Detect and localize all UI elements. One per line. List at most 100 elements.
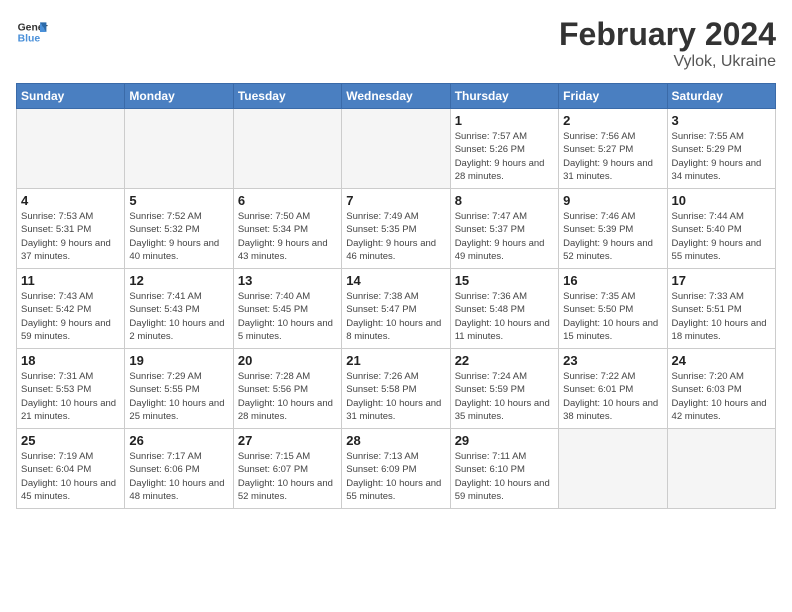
day-info: Sunrise: 7:44 AMSunset: 5:40 PMDaylight:… [672,210,771,263]
calendar-day-cell: 27Sunrise: 7:15 AMSunset: 6:07 PMDayligh… [233,429,341,509]
page-header: General Blue February 2024 Vylok, Ukrain… [16,16,776,71]
calendar-day-cell: 10 Sunrise: 7:44 AMSunset: 5:40 PMDayligh… [667,189,775,269]
calendar-day-cell: 9 Sunrise: 7:46 AMSunset: 5:39 PMDaylight… [559,189,667,269]
day-info: Sunrise: 7:15 AMSunset: 6:07 PMDaylight:… [238,450,337,503]
day-number: 3 [672,113,771,128]
calendar-day-cell: 29 Sunrise: 7:11 AMSunset: 6:10 PMDayligh… [450,429,558,509]
calendar-day-cell: 23Sunrise: 7:22 AMSunset: 6:01 PMDayligh… [559,349,667,429]
day-info: Sunrise: 7:29 AMSunset: 5:55 PMDaylight:… [129,370,228,423]
calendar-day-cell: 8Sunrise: 7:47 AMSunset: 5:37 PMDaylight… [450,189,558,269]
day-number: 16 [563,273,662,288]
weekday-header-friday: Friday [559,84,667,109]
day-number: 2 [563,113,662,128]
weekday-header-sunday: Sunday [17,84,125,109]
svg-text:Blue: Blue [18,34,41,45]
calendar-day-cell: 6 Sunrise: 7:50 AMSunset: 5:34 PMDaylight… [233,189,341,269]
calendar-day-cell: 26 Sunrise: 7:17 AMSunset: 6:06 PMDayligh… [125,429,233,509]
weekday-header-wednesday: Wednesday [342,84,450,109]
calendar-day-cell: 21 Sunrise: 7:26 AMSunset: 5:58 PMDayligh… [342,349,450,429]
day-number: 6 [238,193,337,208]
weekday-header-tuesday: Tuesday [233,84,341,109]
calendar-day-cell [559,429,667,509]
weekday-header-saturday: Saturday [667,84,775,109]
calendar-day-cell: 16Sunrise: 7:35 AMSunset: 5:50 PMDayligh… [559,269,667,349]
calendar-day-cell [667,429,775,509]
day-info: Sunrise: 7:22 AMSunset: 6:01 PMDaylight:… [563,370,662,423]
day-info: Sunrise: 7:53 AMSunset: 5:31 PMDaylight:… [21,210,120,263]
calendar-day-cell: 4 Sunrise: 7:53 AMSunset: 5:31 PMDaylight… [17,189,125,269]
calendar-day-cell [342,109,450,189]
calendar-day-cell: 13Sunrise: 7:40 AMSunset: 5:45 PMDayligh… [233,269,341,349]
day-info: Sunrise: 7:33 AMSunset: 5:51 PMDaylight:… [672,290,771,343]
day-info: Sunrise: 7:36 AMSunset: 5:48 PMDaylight:… [455,290,554,343]
day-number: 4 [21,193,120,208]
logo: General Blue [16,16,48,48]
day-number: 7 [346,193,445,208]
calendar-week-row: 25 Sunrise: 7:19 AMSunset: 6:04 PMDayligh… [17,429,776,509]
day-number: 15 [455,273,554,288]
day-number: 19 [129,353,228,368]
day-info: Sunrise: 7:41 AMSunset: 5:43 PMDaylight:… [129,290,228,343]
calendar-day-cell: 28Sunrise: 7:13 AMSunset: 6:09 PMDayligh… [342,429,450,509]
calendar-day-cell: 20Sunrise: 7:28 AMSunset: 5:56 PMDayligh… [233,349,341,429]
calendar-day-cell: 7 Sunrise: 7:49 AMSunset: 5:35 PMDaylight… [342,189,450,269]
calendar-day-cell: 22Sunrise: 7:24 AMSunset: 5:59 PMDayligh… [450,349,558,429]
day-info: Sunrise: 7:26 AMSunset: 5:58 PMDaylight:… [346,370,445,423]
day-number: 29 [455,433,554,448]
day-info: Sunrise: 7:40 AMSunset: 5:45 PMDaylight:… [238,290,337,343]
title-block: February 2024 Vylok, Ukraine [559,16,776,71]
day-info: Sunrise: 7:56 AMSunset: 5:27 PMDaylight:… [563,130,662,183]
calendar-day-cell: 14 Sunrise: 7:38 AMSunset: 5:47 PMDayligh… [342,269,450,349]
day-number: 25 [21,433,120,448]
day-info: Sunrise: 7:46 AMSunset: 5:39 PMDaylight:… [563,210,662,263]
month-year-title: February 2024 [559,16,776,53]
calendar-day-cell: 5 Sunrise: 7:52 AMSunset: 5:32 PMDaylight… [125,189,233,269]
day-info: Sunrise: 7:11 AMSunset: 6:10 PMDaylight:… [455,450,554,503]
day-info: Sunrise: 7:24 AMSunset: 5:59 PMDaylight:… [455,370,554,423]
weekday-header-thursday: Thursday [450,84,558,109]
day-number: 5 [129,193,228,208]
day-number: 10 [672,193,771,208]
day-info: Sunrise: 7:20 AMSunset: 6:03 PMDaylight:… [672,370,771,423]
location-subtitle: Vylok, Ukraine [559,53,776,71]
day-number: 26 [129,433,228,448]
day-info: Sunrise: 7:57 AMSunset: 5:26 PMDaylight:… [455,130,554,183]
calendar-day-cell: 12 Sunrise: 7:41 AMSunset: 5:43 PMDayligh… [125,269,233,349]
logo-icon: General Blue [16,16,48,48]
day-number: 18 [21,353,120,368]
day-info: Sunrise: 7:52 AMSunset: 5:32 PMDaylight:… [129,210,228,263]
day-number: 21 [346,353,445,368]
day-number: 17 [672,273,771,288]
weekday-header-row: SundayMondayTuesdayWednesdayThursdayFrid… [17,84,776,109]
calendar-table: SundayMondayTuesdayWednesdayThursdayFrid… [16,83,776,509]
calendar-day-cell [125,109,233,189]
calendar-day-cell: 15 Sunrise: 7:36 AMSunset: 5:48 PMDayligh… [450,269,558,349]
day-info: Sunrise: 7:13 AMSunset: 6:09 PMDaylight:… [346,450,445,503]
day-info: Sunrise: 7:47 AMSunset: 5:37 PMDaylight:… [455,210,554,263]
day-info: Sunrise: 7:49 AMSunset: 5:35 PMDaylight:… [346,210,445,263]
weekday-header-monday: Monday [125,84,233,109]
day-number: 11 [21,273,120,288]
calendar-day-cell: 24 Sunrise: 7:20 AMSunset: 6:03 PMDayligh… [667,349,775,429]
calendar-day-cell: 25 Sunrise: 7:19 AMSunset: 6:04 PMDayligh… [17,429,125,509]
day-number: 14 [346,273,445,288]
day-number: 12 [129,273,228,288]
day-info: Sunrise: 7:28 AMSunset: 5:56 PMDaylight:… [238,370,337,423]
day-info: Sunrise: 7:31 AMSunset: 5:53 PMDaylight:… [21,370,120,423]
day-info: Sunrise: 7:17 AMSunset: 6:06 PMDaylight:… [129,450,228,503]
calendar-day-cell [233,109,341,189]
calendar-day-cell: 11Sunrise: 7:43 AMSunset: 5:42 PMDayligh… [17,269,125,349]
calendar-day-cell: 17 Sunrise: 7:33 AMSunset: 5:51 PMDayligh… [667,269,775,349]
day-info: Sunrise: 7:19 AMSunset: 6:04 PMDaylight:… [21,450,120,503]
calendar-day-cell: 3 Sunrise: 7:55 AMSunset: 5:29 PMDaylight… [667,109,775,189]
day-number: 24 [672,353,771,368]
calendar-day-cell [17,109,125,189]
calendar-week-row: 11Sunrise: 7:43 AMSunset: 5:42 PMDayligh… [17,269,776,349]
calendar-week-row: 18 Sunrise: 7:31 AMSunset: 5:53 PMDayligh… [17,349,776,429]
calendar-week-row: 4 Sunrise: 7:53 AMSunset: 5:31 PMDaylight… [17,189,776,269]
day-info: Sunrise: 7:38 AMSunset: 5:47 PMDaylight:… [346,290,445,343]
calendar-day-cell: 1Sunrise: 7:57 AMSunset: 5:26 PMDaylight… [450,109,558,189]
day-info: Sunrise: 7:55 AMSunset: 5:29 PMDaylight:… [672,130,771,183]
day-number: 9 [563,193,662,208]
day-info: Sunrise: 7:50 AMSunset: 5:34 PMDaylight:… [238,210,337,263]
